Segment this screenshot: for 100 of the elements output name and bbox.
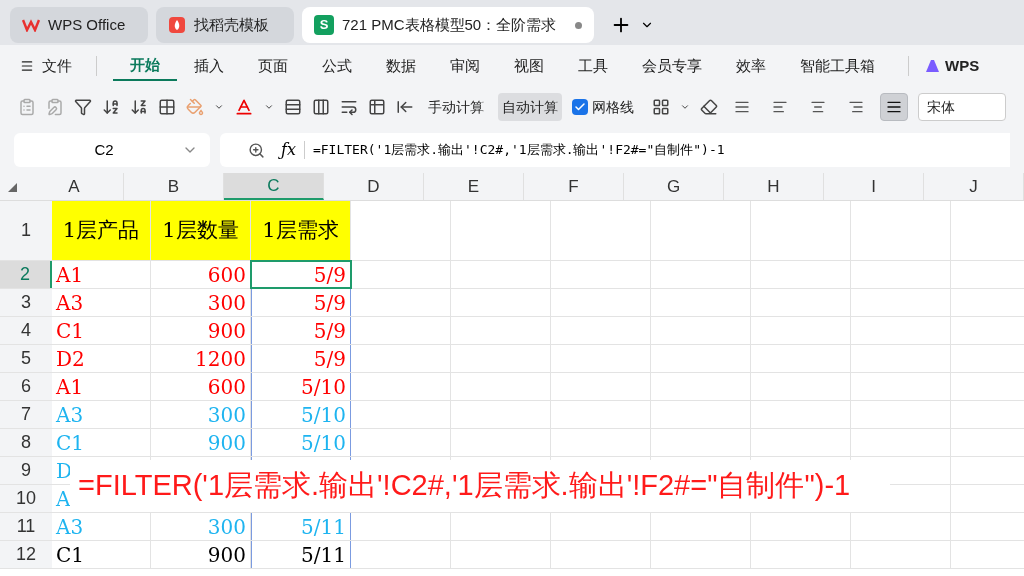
table-cell: 900 — [151, 429, 251, 456]
name-box[interactable]: C2 — [14, 133, 210, 167]
menu-tab[interactable]: 数据 — [369, 51, 433, 81]
browser-tab[interactable]: WPS Office — [10, 7, 148, 43]
tab-title: 721 PMC表格模型50：全阶需求 — [342, 14, 557, 35]
columns-icon[interactable] — [312, 98, 330, 116]
row-header[interactable]: 6 — [0, 373, 52, 400]
menu-tab[interactable]: 插入 — [177, 51, 241, 81]
table-cell: A3 — [52, 289, 151, 316]
filter-icon[interactable] — [74, 98, 92, 116]
formula-caption: =FILTER('1层需求.输出'!C2#,'1层需求.输出'!F2#="自制件")-1 — [70, 460, 890, 512]
wps-ai-menu[interactable]: WPS — [925, 54, 980, 78]
borders-icon[interactable] — [158, 98, 176, 116]
table-cell: 5/9 — [251, 317, 351, 344]
menu-tab[interactable]: 效率 — [719, 51, 783, 81]
clipboard-pen-icon[interactable] — [46, 98, 64, 116]
column-header[interactable]: F — [524, 173, 624, 200]
browser-tab[interactable]: S 721 PMC表格模型50：全阶需求 — [302, 7, 594, 43]
tab-title: WPS Office — [48, 14, 126, 35]
menu-tab[interactable]: 智能工具箱 — [783, 51, 892, 81]
gridlines-checkbox[interactable]: 网格线 — [572, 96, 634, 118]
table-cell: A1 — [52, 261, 151, 288]
menu-tab[interactable]: 工具 — [561, 51, 625, 81]
row-header[interactable]: 3 — [0, 289, 52, 316]
row-header[interactable]: 4 — [0, 317, 52, 344]
file-menu[interactable]: 文件 — [20, 54, 72, 78]
flame-logo-icon — [168, 16, 186, 34]
sheet-badge-icon: S — [314, 15, 334, 35]
caret-icon[interactable] — [680, 102, 690, 112]
menu-tab[interactable]: 公式 — [305, 51, 369, 81]
table-cell: C1 — [52, 541, 151, 568]
table-cell: 5/11 — [251, 513, 351, 540]
column-header[interactable]: E — [424, 173, 524, 200]
row-header[interactable]: 11 — [0, 513, 52, 540]
table-cell: 5/11 — [251, 541, 351, 568]
align-justify-icon[interactable] — [880, 93, 908, 121]
row-header[interactable]: 9 — [0, 457, 52, 484]
caret-icon[interactable] — [214, 102, 224, 112]
table-cell: 300 — [151, 289, 251, 316]
sort-descending-icon[interactable] — [130, 98, 148, 116]
table-cell: A3 — [52, 513, 151, 540]
clear-format-icon[interactable] — [700, 98, 718, 116]
column-header[interactable]: A — [25, 173, 124, 200]
row-header[interactable]: 10 — [0, 485, 52, 512]
column-header[interactable]: H — [724, 173, 824, 200]
row-header[interactable]: 2 — [0, 261, 52, 288]
table-cell: 5/10 — [251, 429, 351, 456]
font-color-icon[interactable] — [234, 97, 254, 117]
calc-button[interactable]: 手动计算 — [424, 93, 488, 121]
column-header[interactable]: J — [924, 173, 1024, 200]
rows-icon[interactable] — [284, 98, 302, 116]
font-field[interactable]: 宋体 — [918, 93, 1006, 121]
caret-icon[interactable] — [264, 102, 274, 112]
table-cell: A3 — [52, 401, 151, 428]
table-cell: 900 — [151, 317, 251, 344]
row-header[interactable]: 1 — [0, 201, 52, 260]
fill-color-icon[interactable] — [186, 98, 204, 116]
table-cell: 600 — [151, 373, 251, 400]
row-header[interactable]: 8 — [0, 429, 52, 456]
wrap-icon[interactable] — [340, 98, 358, 116]
menu-tab[interactable]: 开始 — [113, 51, 177, 81]
table-cell: C1 — [52, 429, 151, 456]
sort-ascending-icon[interactable] — [102, 98, 120, 116]
formula-text: =FILTER('1层需求.输出'!C2#,'1层需求.输出'!F2#="自制件")-1 — [312, 141, 725, 160]
menu-icon[interactable] — [20, 59, 34, 73]
table-icon[interactable] — [368, 98, 386, 116]
table-cell: 900 — [151, 541, 251, 568]
row-header[interactable]: 7 — [0, 401, 52, 428]
header-cell: 1层数量 — [151, 201, 251, 260]
column-header[interactable]: C — [224, 173, 324, 200]
menu-tab[interactable]: 页面 — [241, 51, 305, 81]
table-cell: 300 — [151, 513, 251, 540]
menu-tab[interactable]: 视图 — [497, 51, 561, 81]
check-icon — [574, 101, 586, 113]
table-cell: 600 — [151, 261, 251, 288]
zoom-icon[interactable] — [248, 141, 265, 159]
table-cell: 5/9 — [251, 289, 351, 316]
column-header[interactable]: I — [824, 173, 924, 200]
menu-tab[interactable]: 会员专享 — [625, 51, 719, 81]
triangle-logo-icon — [925, 59, 941, 73]
row-header[interactable]: 12 — [0, 541, 52, 568]
table-cell: 5/10 — [251, 373, 351, 400]
browser-tab[interactable]: 找稻壳模板 — [156, 7, 294, 43]
column-header[interactable]: G — [624, 173, 724, 200]
row-header[interactable]: 5 — [0, 345, 52, 372]
cell-style-icon[interactable] — [652, 98, 670, 116]
tab-title: 找稻壳模板 — [194, 14, 269, 35]
select-all-icon[interactable] — [8, 183, 17, 192]
calc-button[interactable]: 自动计算 — [498, 93, 562, 121]
column-header[interactable]: D — [324, 173, 424, 200]
clipboard-icon[interactable] — [18, 98, 36, 116]
table-cell: 300 — [151, 401, 251, 428]
table-cell: 1200 — [151, 345, 251, 372]
table-cell: C1 — [52, 317, 151, 344]
table-cell: 5/9 — [251, 345, 351, 372]
menu-tab[interactable]: 审阅 — [433, 51, 497, 81]
table-cell: D2 — [52, 345, 151, 372]
arrow-left-bar-icon[interactable] — [396, 98, 414, 116]
table-cell: 5/10 — [251, 401, 351, 428]
formula-bar[interactable]: ƒx =FILTER('1层需求.输出'!C2#,'1层需求.输出'!F2#="自制件")-1 — [220, 133, 1010, 167]
